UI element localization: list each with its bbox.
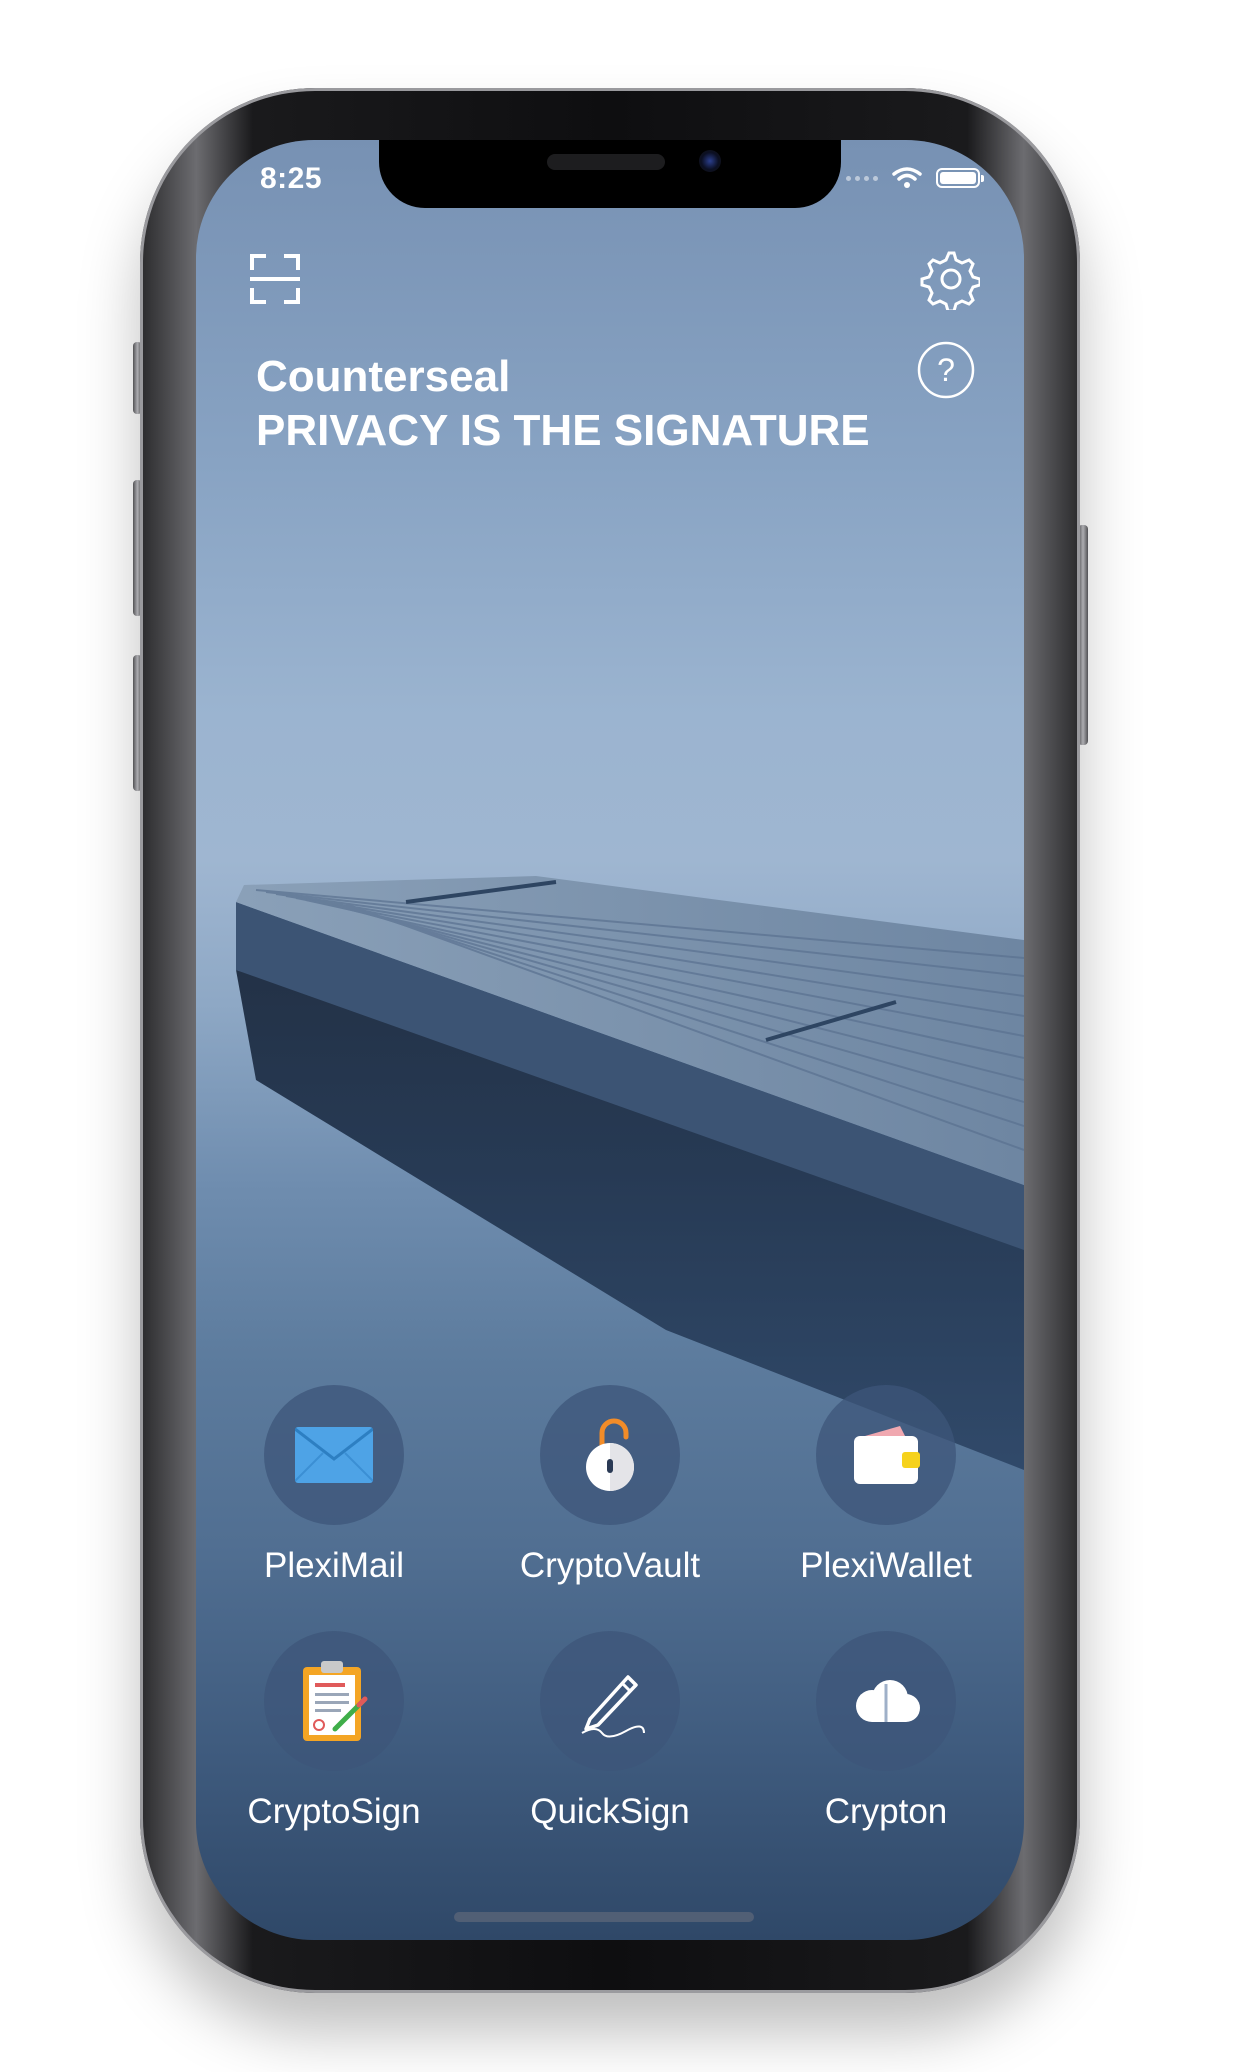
app-label: QuickSign: [530, 1792, 690, 1831]
app-crypton[interactable]: Crypton: [748, 1631, 1024, 1833]
help-icon[interactable]: ?: [916, 340, 976, 400]
app-quicksign[interactable]: QuickSign: [472, 1631, 748, 1833]
app-plexiwallet[interactable]: PlexiWallet: [748, 1385, 1024, 1587]
app-icon-circle[interactable]: [540, 1631, 680, 1771]
app-icon-circle[interactable]: [816, 1385, 956, 1525]
app-icon-circle[interactable]: [264, 1385, 404, 1525]
phone-screen: 8:25 ? Counterseal PRIVACY IS THE SIGNAT…: [196, 140, 1024, 1940]
app-label: PlexiWallet: [800, 1546, 972, 1585]
status-icons: [846, 166, 984, 190]
headline: Counterseal PRIVACY IS THE SIGNATURE: [256, 350, 870, 458]
app-label: CryptoVault: [519, 1546, 701, 1585]
tagline: PRIVACY IS THE SIGNATURE: [256, 406, 870, 455]
wifi-icon: [892, 167, 922, 188]
lock-icon: [586, 1418, 634, 1491]
app-icon-circle[interactable]: [264, 1631, 404, 1771]
svg-text:?: ?: [937, 352, 955, 388]
signal-icon: [846, 175, 878, 181]
notch: [379, 140, 841, 208]
app-grid: PlexiMail CryptoVault PlexiWallet Crypto…: [196, 1385, 1024, 1833]
app-cryptovault[interactable]: CryptoVault: [472, 1385, 748, 1587]
status-time: 8:25: [260, 162, 323, 195]
app-pleximail[interactable]: PlexiMail: [196, 1385, 472, 1587]
battery-icon: [936, 168, 984, 188]
wallet-icon: [854, 1426, 920, 1484]
app-title: Counterseal: [256, 352, 511, 401]
scan-icon[interactable]: [248, 252, 302, 306]
home-indicator[interactable]: [454, 1912, 754, 1922]
mail-icon: [295, 1427, 373, 1483]
front-camera: [699, 150, 721, 172]
pen-icon: [581, 1675, 645, 1738]
app-label: PlexiMail: [263, 1546, 405, 1585]
app-label: CryptoSign: [247, 1792, 421, 1831]
app-icon-circle[interactable]: [540, 1385, 680, 1525]
cloud-icon: [856, 1680, 920, 1722]
clipboard-sign-icon: [303, 1661, 368, 1741]
app-icon-circle[interactable]: [816, 1631, 956, 1771]
app-cryptosign[interactable]: CryptoSign: [196, 1631, 472, 1833]
speaker: [547, 154, 665, 170]
gear-icon[interactable]: [918, 248, 980, 310]
app-label: Crypton: [824, 1792, 948, 1831]
